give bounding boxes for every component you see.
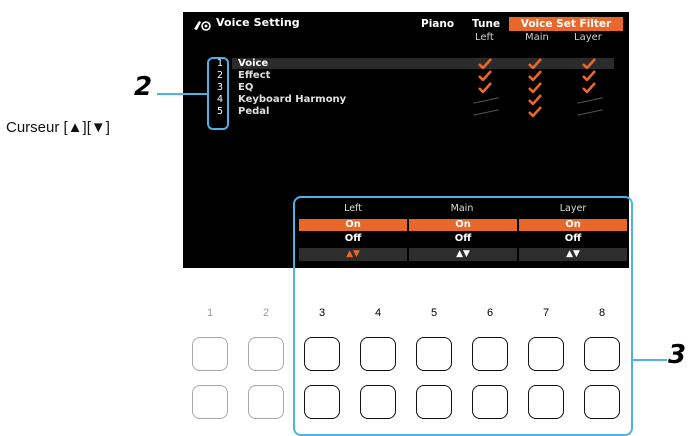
lower-button-8[interactable]	[584, 385, 620, 419]
list-item[interactable]: Pedal	[232, 106, 614, 118]
button-number-1: 1	[206, 307, 214, 319]
lower-button-7[interactable]	[528, 385, 564, 419]
button-number-2: 2	[262, 307, 270, 319]
button-number-6: 6	[486, 307, 494, 319]
button-number-4: 4	[374, 307, 382, 319]
upper-button-2[interactable]	[248, 337, 284, 371]
button-number-3: 3	[318, 307, 326, 319]
list-item[interactable]: Effect	[232, 70, 614, 82]
column-head-left: Left	[475, 32, 494, 43]
column-head-layer: Layer	[574, 32, 602, 43]
check-icon[interactable]	[478, 58, 492, 69]
check-icon[interactable]	[528, 106, 542, 117]
check-icon[interactable]	[528, 82, 542, 93]
list-item[interactable]: Keyboard Harmony	[232, 94, 614, 106]
check-icon[interactable]	[582, 70, 596, 81]
cursor-buttons-label: Curseur [▲][▼]	[6, 119, 110, 136]
check-icon[interactable]	[478, 70, 492, 81]
lower-button-4[interactable]	[360, 385, 396, 419]
check-icon[interactable]	[478, 82, 492, 93]
button-number-8: 8	[598, 307, 606, 319]
upper-button-3[interactable]	[304, 337, 340, 371]
tab-piano[interactable]: Piano	[421, 18, 454, 30]
tab-tune[interactable]: Tune	[472, 18, 500, 30]
row-label: EQ	[238, 82, 254, 93]
screen-title: Voice Setting	[216, 16, 300, 29]
upper-button-1[interactable]	[192, 337, 228, 371]
lower-button-1[interactable]	[192, 385, 228, 419]
button-number-5: 5	[430, 307, 438, 319]
check-icon[interactable]	[528, 58, 542, 69]
upper-button-6[interactable]	[472, 337, 508, 371]
lower-button-3[interactable]	[304, 385, 340, 419]
list-item[interactable]: Voice	[232, 58, 614, 70]
buttons-highlight-frame	[293, 196, 633, 436]
check-icon[interactable]	[528, 94, 542, 105]
row-number-highlight-frame	[207, 57, 229, 130]
callout-leader-3	[633, 359, 667, 361]
list-item[interactable]: EQ	[232, 82, 614, 94]
callout-step-3: 3	[668, 340, 687, 370]
callout-leader-2	[157, 93, 207, 95]
column-head-main: Main	[525, 32, 549, 43]
row-label: Voice	[238, 58, 269, 69]
button-number-7: 7	[542, 307, 550, 319]
row-label: Effect	[238, 70, 271, 81]
upper-button-5[interactable]	[416, 337, 452, 371]
row-label: Keyboard Harmony	[238, 94, 347, 105]
upper-button-7[interactable]	[528, 337, 564, 371]
tab-voice-set-filter[interactable]: Voice Set Filter	[509, 17, 623, 31]
lower-button-2[interactable]	[248, 385, 284, 419]
callout-step-2: 2	[134, 72, 153, 102]
lower-button-6[interactable]	[472, 385, 508, 419]
lower-button-5[interactable]	[416, 385, 452, 419]
row-highlight	[232, 58, 614, 69]
upper-button-4[interactable]	[360, 337, 396, 371]
voice-setting-icon	[194, 21, 211, 31]
check-icon[interactable]	[582, 58, 596, 69]
upper-button-8[interactable]	[584, 337, 620, 371]
row-label: Pedal	[238, 106, 270, 117]
check-icon[interactable]	[528, 70, 542, 81]
check-icon[interactable]	[582, 82, 596, 93]
